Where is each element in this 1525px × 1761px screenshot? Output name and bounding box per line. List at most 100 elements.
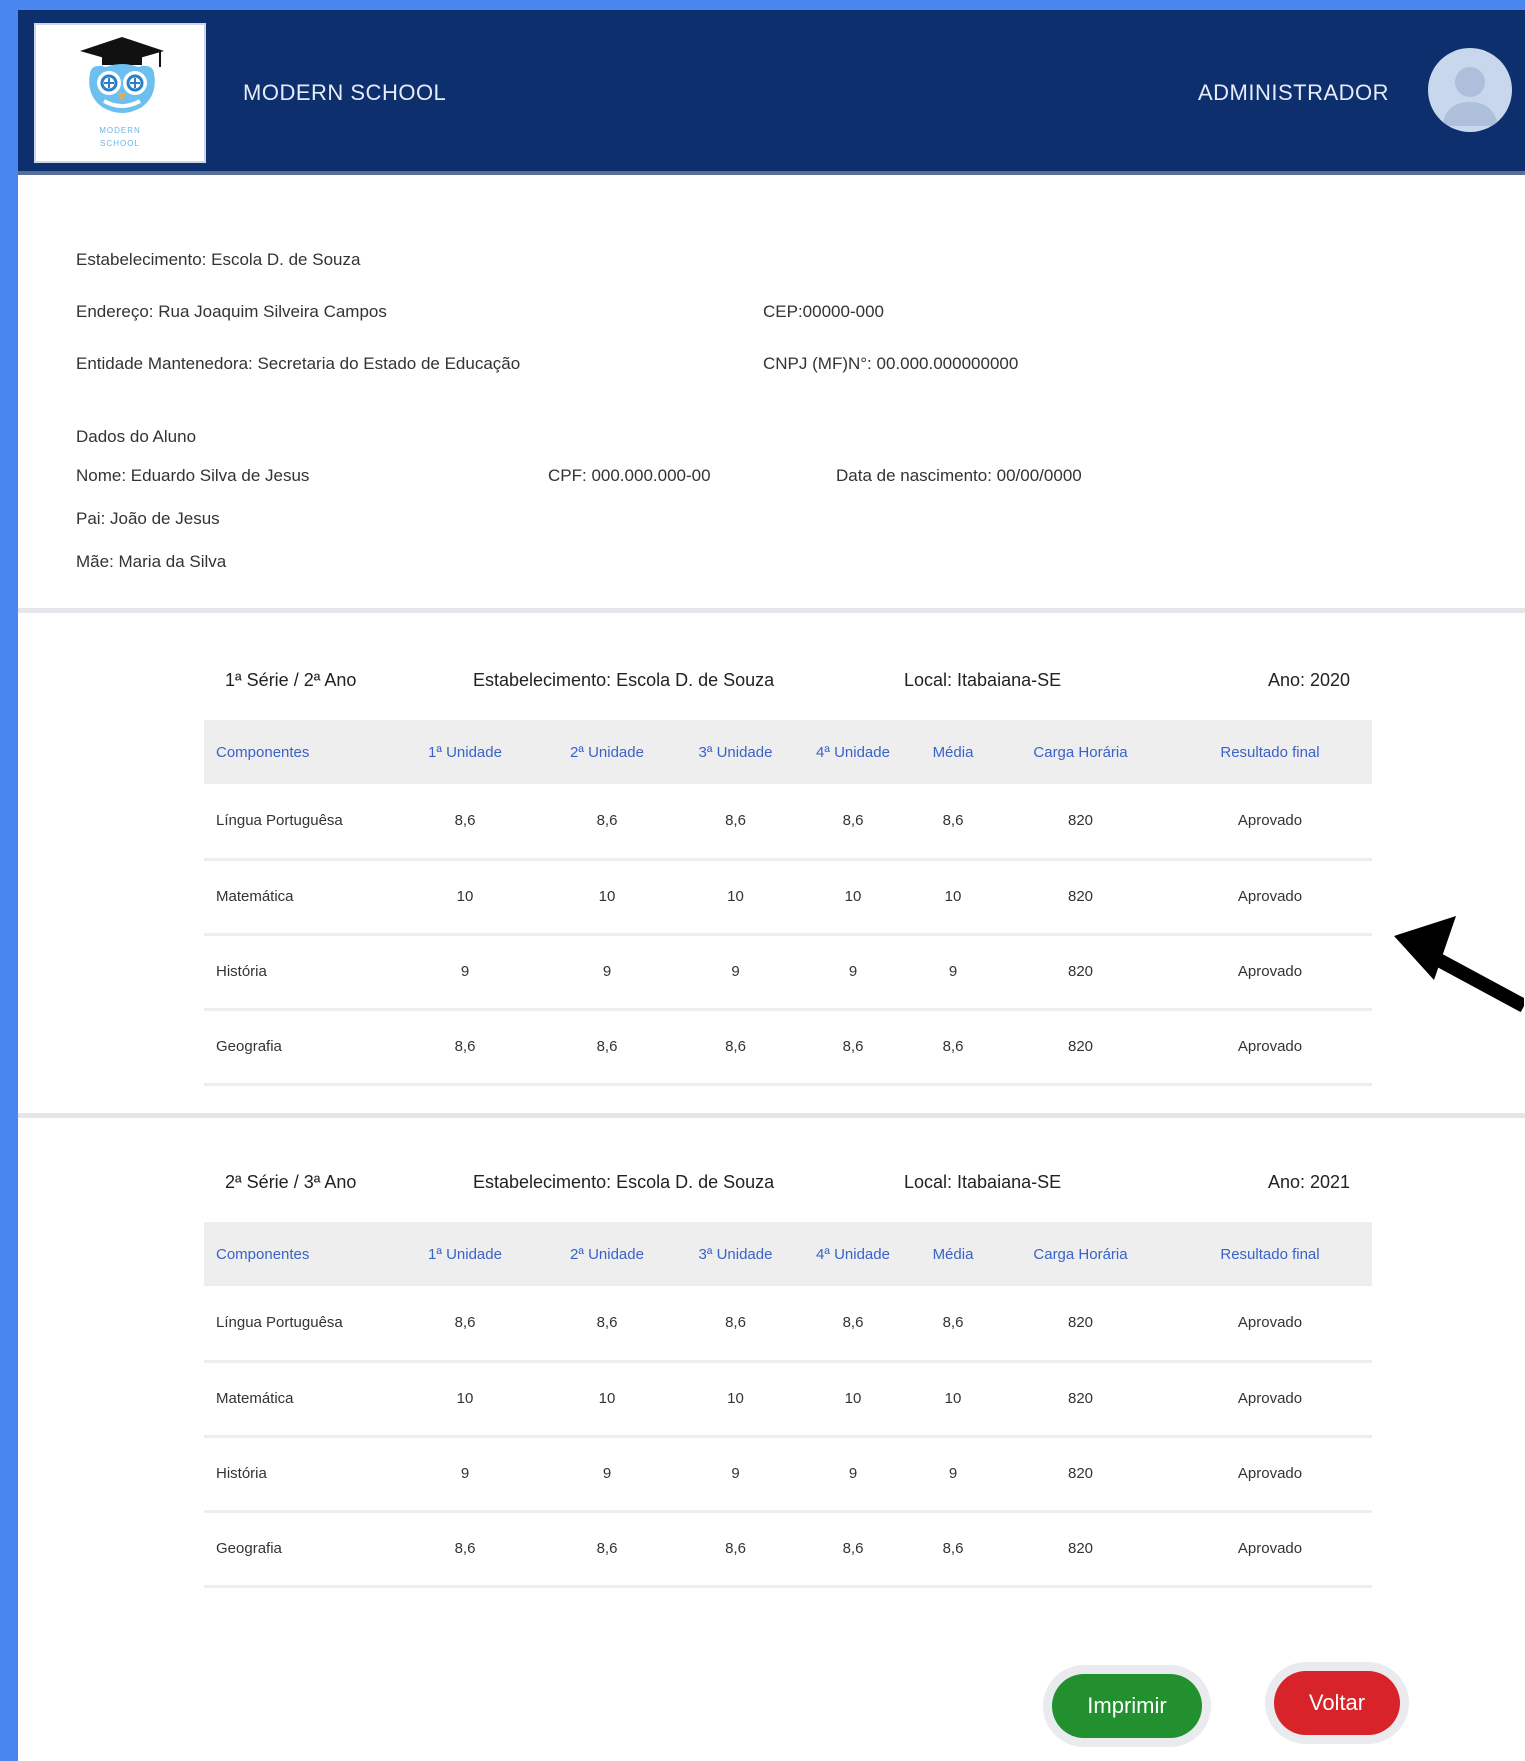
table-cell: Matemática	[216, 1390, 294, 1407]
record-local: Local: Itabaiana-SE	[904, 670, 1062, 690]
table-cell: História	[216, 1465, 267, 1482]
owl-graduation-icon	[80, 37, 164, 113]
student-birthdate: Data de nascimento: 00/00/0000	[836, 466, 1082, 485]
record-serie: 2ª Série / 3ª Ano	[225, 1172, 357, 1192]
column-header: 2ª Unidade	[570, 743, 644, 761]
table-cell: Língua Portuguêsa	[216, 1314, 343, 1332]
column-header: Carga Horária	[1033, 1245, 1128, 1263]
table-cell: 820	[1067, 963, 1094, 980]
table-cell: 8,6	[842, 812, 864, 830]
table-cell: 8,6	[596, 1314, 618, 1332]
column-header: 3ª Unidade	[698, 1245, 773, 1263]
column-header: Componentes	[216, 743, 310, 761]
table-cell: 9	[848, 963, 858, 980]
column-header: 3ª Unidade	[698, 743, 773, 761]
user-avatar-icon	[1442, 67, 1498, 126]
table-cell: Aprovado	[1237, 1465, 1303, 1482]
record-year: Ano: 2020	[1268, 670, 1351, 690]
record-establishment: Estabelecimento: Escola D. de Souza	[473, 1172, 775, 1192]
table-cell: 10	[598, 1390, 616, 1407]
table-row: Geografia 8,6 8,6 8,6 8,6 8,6 820 Aprova…	[204, 1009, 1372, 1084]
cnpj-info: CNPJ (MF)N°: 00.000.000000000	[763, 354, 1019, 373]
table-cell: Matemática	[216, 888, 294, 905]
table-cell: 10	[944, 1390, 962, 1407]
record-year: Ano: 2021	[1268, 1172, 1351, 1192]
record-serie: 1ª Série / 2ª Ano	[225, 670, 357, 690]
user-role-label[interactable]: ADMINISTRADOR	[1198, 80, 1389, 106]
table-header-row: Componentes 1ª Unidade 2ª Unidade 3ª Uni…	[204, 1222, 1372, 1286]
table-cell: 8,6	[725, 812, 746, 830]
column-header: 2ª Unidade	[570, 1245, 644, 1263]
column-header: Resultado final	[1220, 1245, 1320, 1263]
table-cell: 8,6	[596, 1540, 618, 1557]
back-button[interactable]: Voltar	[1274, 1671, 1400, 1735]
grades-table: Componentes 1ª Unidade 2ª Unidade 3ª Uni…	[204, 720, 1372, 1086]
avatar[interactable]	[1428, 48, 1512, 132]
student-father: Pai: João de Jesus	[76, 509, 220, 528]
table-cell: Aprovado	[1237, 1540, 1303, 1557]
column-header: 1ª Unidade	[428, 743, 502, 761]
table-cell: 8,6	[725, 1038, 746, 1055]
table-cell: 8,6	[942, 1540, 964, 1557]
address-info: Endereço: Rua Joaquim Silveira Campos	[76, 302, 387, 321]
table-cell: Língua Portuguêsa	[216, 812, 343, 830]
table-cell: Aprovado	[1237, 1390, 1303, 1407]
table-cell: 820	[1067, 888, 1094, 905]
table-cell: Geografia	[216, 1038, 282, 1055]
table-cell: Aprovado	[1237, 812, 1303, 830]
table-cell: 820	[1067, 1390, 1094, 1407]
table-cell: 820	[1067, 1038, 1094, 1055]
logo-text-1: MODERN	[99, 126, 141, 135]
table-cell: 8,6	[454, 812, 476, 830]
table-cell: Geografia	[216, 1540, 282, 1557]
table-cell: 10	[456, 1390, 474, 1407]
table-cell: 9	[731, 963, 740, 980]
table-cell: 8,6	[454, 1540, 476, 1557]
student-mother: Mãe: Maria da Silva	[76, 552, 227, 571]
column-header: Média	[932, 1245, 974, 1263]
column-header: 4ª Unidade	[816, 743, 890, 761]
table-cell: 10	[944, 888, 962, 905]
table-cell: Aprovado	[1237, 963, 1303, 980]
table-cell: Aprovado	[1237, 1314, 1303, 1332]
table-cell: 8,6	[942, 812, 964, 830]
table-cell: 8,6	[596, 812, 618, 830]
table-cell: 10	[727, 1390, 744, 1407]
table-cell: 9	[460, 1465, 470, 1482]
table-cell: 8,6	[942, 1038, 964, 1055]
table-cell: 820	[1067, 812, 1094, 830]
column-header: 1ª Unidade	[428, 1245, 502, 1263]
table-cell: 820	[1067, 1465, 1094, 1482]
table-row: Língua Portuguêsa 8,6 8,6 8,6 8,6 8,6 82…	[204, 784, 1372, 859]
divider	[18, 608, 1525, 613]
school-name: MODERN SCHOOL	[243, 80, 447, 105]
school-logo[interactable]: MODERN SCHOOL	[34, 23, 206, 163]
table-cell: 10	[844, 888, 862, 905]
logo-text-2: SCHOOL	[100, 139, 140, 148]
print-button[interactable]: Imprimir	[1052, 1674, 1202, 1738]
page: MODERN SCHOOL MODERN SCHOOL ADMINISTRADO…	[18, 10, 1525, 1761]
table-cell: Aprovado	[1237, 888, 1303, 905]
table-row: Língua Portuguêsa 8,6 8,6 8,6 8,6 8,6 82…	[204, 1286, 1372, 1361]
column-header: Resultado final	[1220, 743, 1320, 761]
table-row: História 9 9 9 9 9 820 Aprovado	[204, 934, 1372, 1009]
table-cell: 9	[731, 1465, 740, 1482]
cep-info: CEP:00000-000	[763, 302, 884, 321]
table-cell: 820	[1067, 1314, 1094, 1332]
table-cell: Aprovado	[1237, 1038, 1303, 1055]
student-name: Nome: Eduardo Silva de Jesus	[76, 466, 310, 485]
record-local: Local: Itabaiana-SE	[904, 1172, 1062, 1192]
student-cpf: CPF: 000.000.000-00	[548, 466, 711, 485]
table-cell: 10	[456, 888, 474, 905]
table-cell: 8,6	[725, 1540, 746, 1557]
table-row: Matemática 10 10 10 10 10 820 Aprovado	[204, 859, 1372, 934]
column-header: Componentes	[216, 1245, 310, 1263]
table-cell: 9	[460, 963, 470, 980]
table-cell: 8,6	[454, 1314, 476, 1332]
table-cell: 9	[848, 1465, 858, 1482]
divider	[18, 1113, 1525, 1118]
table-header-row: Componentes 1ª Unidade 2ª Unidade 3ª Uni…	[204, 720, 1372, 784]
column-header: Carga Horária	[1033, 743, 1128, 761]
table-cell: 8,6	[725, 1314, 746, 1332]
column-header: 4ª Unidade	[816, 1245, 890, 1263]
